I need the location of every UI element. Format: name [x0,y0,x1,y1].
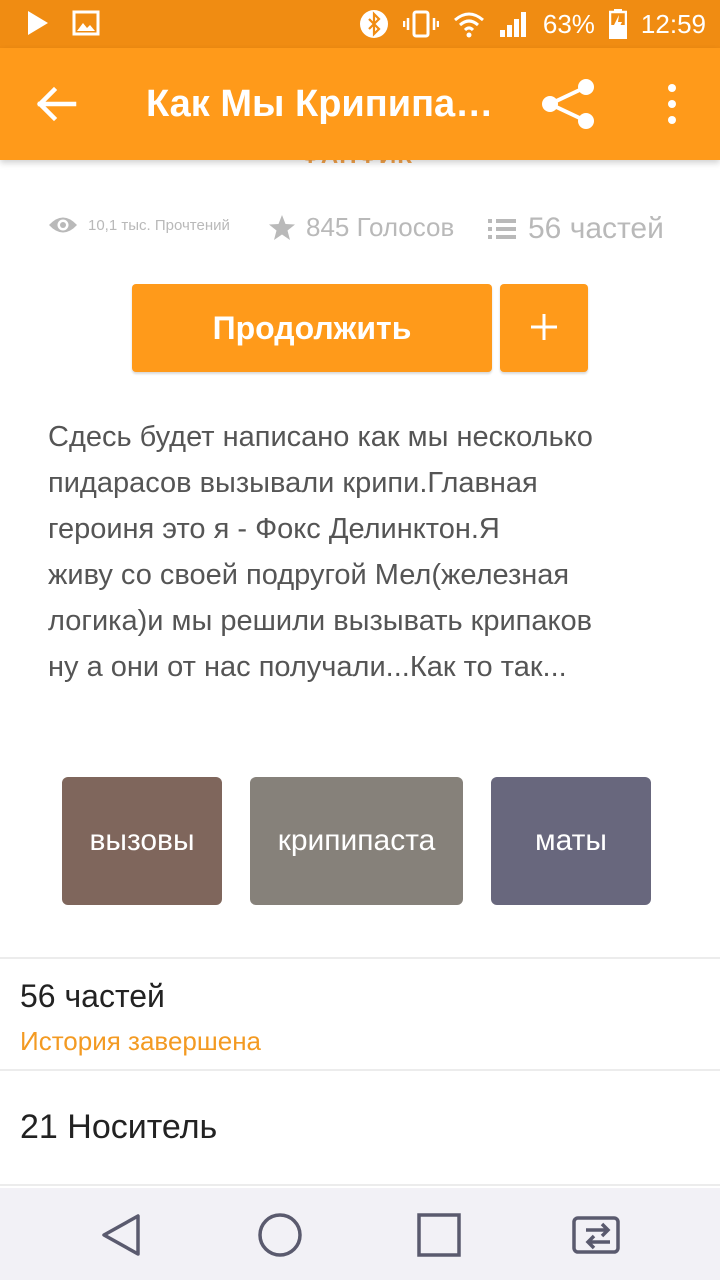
description-line: логика)и мы решили вызывать крипаков [48,605,593,637]
battery-charging-icon [608,9,627,39]
description-line: ну а они от нас получали...Как то так... [48,651,567,683]
description-line: пидарасов вызывали крипи.Главная [48,467,538,499]
tag-vyzovy[interactable]: вызовы [62,777,222,905]
gallery-icon [72,10,100,36]
back-arrow-icon[interactable] [34,82,78,126]
status-bar: 63% 12:59 [0,0,720,48]
nav-switch-sim-icon[interactable] [570,1210,626,1260]
share-icon[interactable] [540,78,596,130]
nav-recents-icon[interactable] [414,1210,464,1260]
description-line: Сдесь будет написано как мы несколько [48,421,593,453]
story-description: Сдесь будет написано как мы несколько пи… [48,414,688,690]
wifi-icon [453,12,484,38]
clock: 12:59 [640,8,706,39]
battery-percent: 63% [542,8,595,39]
nav-home-icon[interactable] [255,1210,305,1260]
eye-icon [49,217,77,233]
continue-reading-button[interactable]: Продолжить [132,284,492,372]
description-line: живу со своей подругой Мел(железная [48,559,570,591]
parts-count-stat: 56 частей [528,212,664,245]
divider [0,1069,720,1071]
star-icon [269,214,295,240]
divider [0,1184,720,1186]
divider [0,957,720,959]
table-of-contents-parts[interactable]: 56 частей [20,978,165,1015]
plus-icon [531,313,557,340]
story-stats: 10,1 тыс. Прочтений 845 Голосов 56 часте… [48,208,688,258]
story-completed-label: История завершена [20,1026,262,1056]
reads-stat: 10,1 тыс. Прочтений [48,214,230,236]
signal-icon [499,12,526,37]
description-line: героиня это я - Фокс Делинктон.Я [48,513,500,545]
tag-kripipasta[interactable]: крипипаста [250,777,463,905]
add-to-library-button[interactable] [500,284,588,372]
app-bar: Как Мы Крипипа… [0,48,720,160]
parts-stat: 56 частей [488,212,664,246]
votes-stat: 845 Голосов [268,212,454,243]
story-title: Как Мы Крипипа… [146,83,494,125]
tag-maty[interactable]: маты [491,777,651,905]
bluetooth-icon [359,10,388,38]
play-store-icon [28,11,48,35]
more-vert-icon[interactable] [660,82,684,126]
list-icon [488,219,516,239]
media-count[interactable]: 21 Носитель [20,1108,217,1147]
reads-count: 10,1 тыс. Прочтений [88,216,230,234]
nav-back-icon[interactable] [98,1210,148,1260]
vibrate-icon [402,10,439,38]
votes-count: 845 Голосов [306,212,455,242]
system-nav-bar [0,1188,720,1280]
